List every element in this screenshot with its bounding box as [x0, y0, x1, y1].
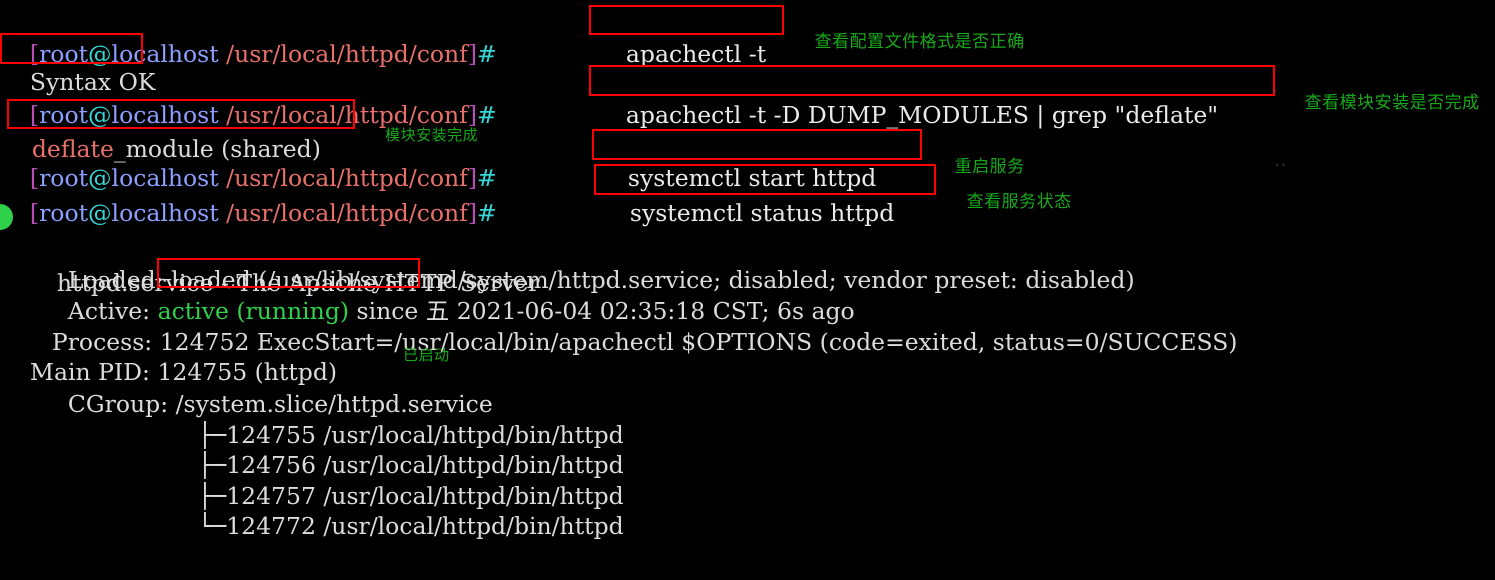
status-loaded-line: Loaded: loaded (/usr/lib/systemd/system/… [38, 228, 1135, 294]
status-unit-title-line: httpd.service - The Apache HTTP Server [0, 196, 540, 297]
annotation-command-3: 重启服务 [931, 133, 1025, 177]
annotation-text: 查看配置文件格式是否正确 [814, 32, 1025, 52]
terminal-command-3: systemctl start httpd [598, 126, 876, 192]
terminal-window[interactable]: [root@localhost /usr/local/httpd/conf]# … [0, 0, 1495, 540]
annotation-text: 查看模块安装是否完成 [1304, 93, 1480, 113]
cgroup-child-row: ├─124756 /usr/local/httpd/bin/httpd [168, 413, 624, 479]
command-text-systemctl-status: systemctl status httpd [629, 199, 895, 228]
cgroup-child-cmd: /usr/local/httpd/bin/httpd [323, 512, 624, 541]
terminal-line-prompt-3: [root@localhost /usr/local/httpd/conf]# [0, 126, 497, 192]
annotation-command-2: 查看模块安装是否完成 [1281, 69, 1480, 113]
terminal-line-prompt-2: [root@localhost /usr/local/httpd/conf]# [0, 63, 497, 129]
terminal-command-2: apachectl -t -D DUMP_MODULES | grep "def… [596, 63, 1218, 129]
terminal-command-1: apachectl -t [596, 2, 766, 68]
status-mainpid-line: Main PID: 124755 (httpd) [0, 320, 337, 386]
annotation-text: 查看服务状态 [966, 192, 1072, 212]
command-text-dump-modules: apachectl -t -D DUMP_MODULES | grep "def… [625, 101, 1219, 130]
status-running-dot-icon [0, 204, 13, 230]
terminal-command-4: systemctl status httpd [600, 161, 894, 227]
terminal-line-prompt-4: [root@localhost /usr/local/httpd/conf]# [0, 161, 497, 227]
annotation-command-1: 查看配置文件格式是否正确 [791, 8, 1025, 52]
status-cgroup-line: CGroup: /system.slice/httpd.service [38, 352, 493, 418]
status-active-line: Active: active (running) since 五 2021-06… [38, 259, 855, 325]
status-cgroup-label: CGroup: [67, 390, 169, 419]
prompt-hash: # [477, 101, 497, 130]
cgroup-child-row: └─124772 /usr/local/httpd/bin/httpd [168, 474, 624, 540]
cgroup-child-pid: 124772 [226, 512, 316, 541]
annotation-command-4: 查看服务状态 [943, 168, 1072, 212]
terminal-line-output-syntax-ok: Syntax OK [0, 30, 156, 96]
screen-artifact: ·· [1274, 153, 1287, 177]
tree-branch-icon: └─ [197, 512, 227, 541]
